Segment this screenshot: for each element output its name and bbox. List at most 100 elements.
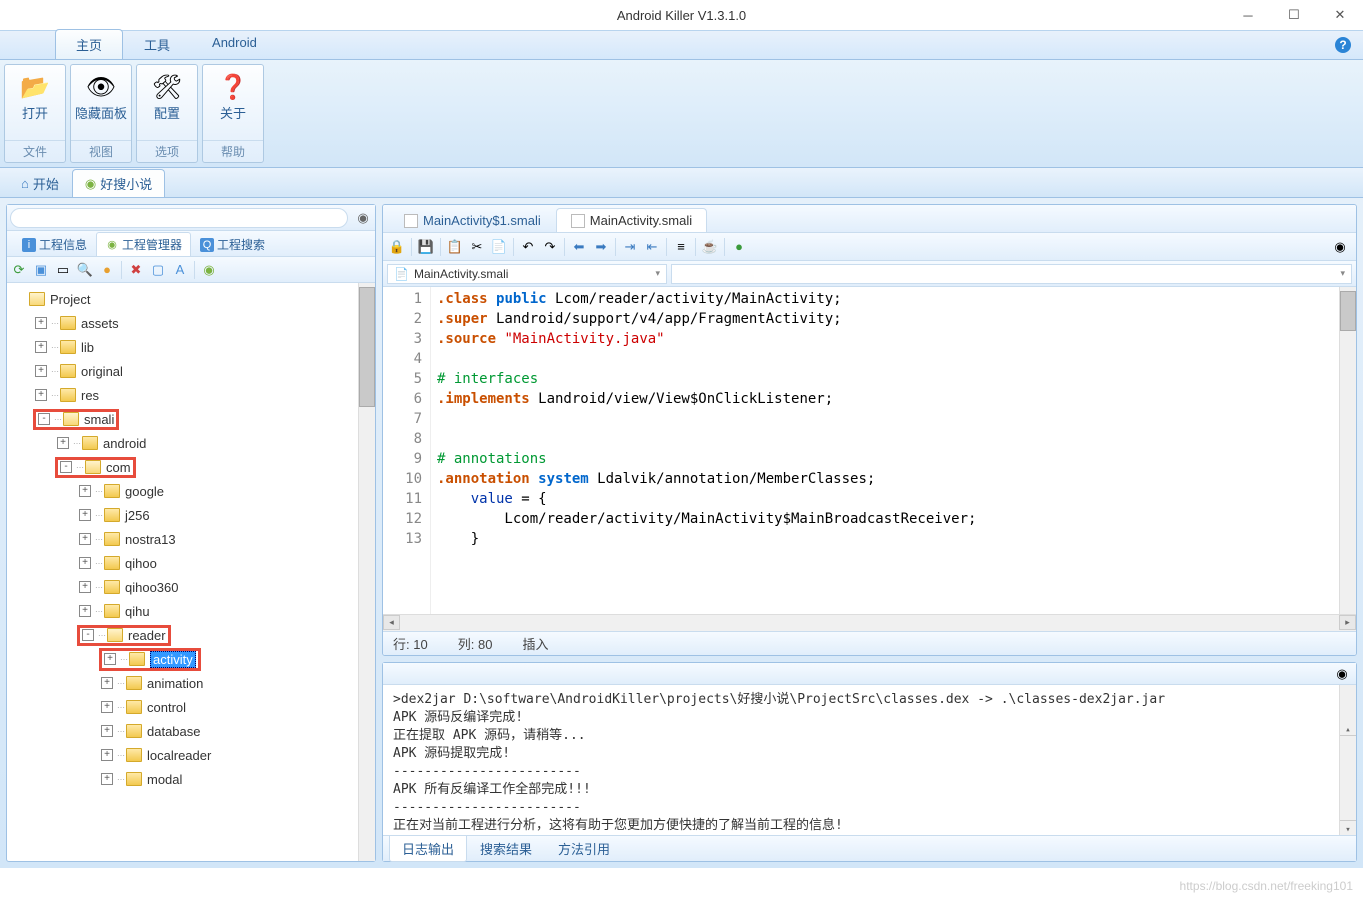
back-icon[interactable]: ⬅ <box>571 239 587 255</box>
expand-icon[interactable]: + <box>101 677 113 689</box>
page-tab-0[interactable]: ⌂开始 <box>8 169 72 197</box>
project-search-input[interactable] <box>10 208 348 228</box>
editor-scrollbar-h[interactable]: ◂ ▸ <box>383 614 1356 631</box>
run-icon[interactable]: ● <box>731 239 747 255</box>
tree-node[interactable]: +⋯animation <box>9 671 373 695</box>
code-line[interactable]: .super Landroid/support/v4/app/FragmentA… <box>437 309 1350 329</box>
lock-icon[interactable]: 🔒 <box>389 239 405 255</box>
code-line[interactable] <box>437 409 1350 429</box>
tree-node[interactable]: +⋯localreader <box>9 743 373 767</box>
expand-icon[interactable]: + <box>79 485 91 497</box>
tree-node[interactable]: +⋯modal <box>9 767 373 791</box>
file-tab-1[interactable]: MainActivity.smali <box>556 208 707 232</box>
letter-icon[interactable]: A <box>172 262 188 278</box>
console-tab-0[interactable]: 日志输出 <box>389 836 467 862</box>
expand-icon[interactable]: + <box>101 701 113 713</box>
code-line[interactable] <box>437 429 1350 449</box>
code-line[interactable]: # interfaces <box>437 369 1350 389</box>
tree-node[interactable]: +⋯res <box>9 383 373 407</box>
ribbon-帮助[interactable]: ❓ 关于 帮助 <box>202 64 264 163</box>
code-line[interactable]: # annotations <box>437 449 1350 469</box>
code-line[interactable]: .implements Landroid/view/View$OnClickLi… <box>437 389 1350 409</box>
tree-node[interactable]: +⋯lib <box>9 335 373 359</box>
console-tab-2[interactable]: 方法引用 <box>545 836 623 862</box>
scroll-left-icon[interactable]: ◂ <box>383 615 400 630</box>
tree-node[interactable]: +⋯database <box>9 719 373 743</box>
left-tab-0[interactable]: i工程信息 <box>13 232 96 256</box>
expand-icon[interactable]: + <box>79 509 91 521</box>
save-icon[interactable]: 💾 <box>418 239 434 255</box>
eye-icon[interactable]: ◉ <box>351 210 375 226</box>
expand-icon[interactable]: + <box>57 437 69 449</box>
crumb-method[interactable]: ▾ <box>671 264 1352 284</box>
code-line[interactable]: .source "MainActivity.java" <box>437 329 1350 349</box>
forward-icon[interactable]: ➡ <box>593 239 609 255</box>
tree-node[interactable]: -⋯com <box>9 455 373 479</box>
ribbon-选项[interactable]: 🛠 配置 选项 <box>136 64 198 163</box>
left-tab-1[interactable]: ◉工程管理器 <box>96 232 191 256</box>
eye-icon[interactable]: ◉ <box>1332 239 1348 255</box>
tree-node[interactable]: +⋯j256 <box>9 503 373 527</box>
scroll-right-icon[interactable]: ▸ <box>1339 615 1356 630</box>
page-tab-1[interactable]: ◉好搜小说 <box>72 169 165 197</box>
code-line[interactable]: .class public Lcom/reader/activity/MainA… <box>437 289 1350 309</box>
tree-node[interactable]: +⋯qihu <box>9 599 373 623</box>
close-button[interactable]: ✕ <box>1317 0 1363 30</box>
redo-icon[interactable]: ↷ <box>542 239 558 255</box>
light-icon[interactable]: ● <box>99 262 115 278</box>
expand-icon[interactable]: - <box>38 413 50 425</box>
window-icon[interactable]: ▭ <box>55 262 71 278</box>
android-icon[interactable]: ◉ <box>201 262 217 278</box>
paste-icon[interactable]: 📄 <box>491 239 507 255</box>
expand-icon[interactable]: + <box>101 773 113 785</box>
console-output[interactable]: >dex2jar D:\software\AndroidKiller\proje… <box>383 685 1356 835</box>
ribbon-视图[interactable]: 👁 隐藏面板 视图 <box>70 64 132 163</box>
expand-icon[interactable]: + <box>79 557 91 569</box>
menu-tab-1[interactable]: 工具 <box>123 29 191 59</box>
expand-icon[interactable]: + <box>101 725 113 737</box>
java-icon[interactable]: ☕ <box>702 239 718 255</box>
expand-icon[interactable]: + <box>35 389 47 401</box>
tree-node[interactable]: +⋯android <box>9 431 373 455</box>
expand-icon[interactable]: + <box>35 317 47 329</box>
menu-tab-0[interactable]: 主页 <box>55 29 123 59</box>
indent-icon[interactable]: ⇥ <box>622 239 638 255</box>
minimize-button[interactable]: ─ <box>1225 0 1271 30</box>
tree-node[interactable]: -⋯smali <box>9 407 373 431</box>
console-scrollbar[interactable]: ▴ ▾ <box>1339 685 1356 835</box>
tree-node[interactable]: +⋯activity <box>9 647 373 671</box>
tree-node[interactable]: +⋯original <box>9 359 373 383</box>
expand-icon[interactable]: + <box>35 341 47 353</box>
code-line[interactable]: value = { <box>437 489 1350 509</box>
expand-icon[interactable]: + <box>35 365 47 377</box>
outdent-icon[interactable]: ⇤ <box>644 239 660 255</box>
expand-icon[interactable]: + <box>104 653 116 665</box>
expand-icon[interactable]: + <box>101 749 113 761</box>
menu-tab-2[interactable]: Android <box>191 29 278 59</box>
image-icon[interactable]: ▣ <box>33 262 49 278</box>
code-line[interactable]: } <box>437 529 1350 549</box>
monitor-icon[interactable]: ▢ <box>150 262 166 278</box>
tree-node[interactable]: -⋯reader <box>9 623 373 647</box>
tree-node[interactable]: +⋯qihoo360 <box>9 575 373 599</box>
expand-icon[interactable]: - <box>82 629 94 641</box>
left-tab-2[interactable]: Q工程搜索 <box>191 232 274 256</box>
tree-node[interactable]: +⋯control <box>9 695 373 719</box>
code-text[interactable]: .class public Lcom/reader/activity/MainA… <box>431 287 1356 614</box>
undo-icon[interactable]: ↶ <box>520 239 536 255</box>
tree-node[interactable]: Project <box>9 287 373 311</box>
crumb-file[interactable]: 📄 MainActivity.smali ▾ <box>387 264 667 284</box>
project-tree[interactable]: Project+⋯assets+⋯lib+⋯original+⋯res-⋯sma… <box>7 283 375 795</box>
expand-icon[interactable]: - <box>60 461 72 473</box>
copy-icon[interactable]: 📋 <box>447 239 463 255</box>
tree-node[interactable]: +⋯nostra13 <box>9 527 373 551</box>
find-icon[interactable]: 🔍 <box>77 262 93 278</box>
tree-scrollbar[interactable] <box>358 283 375 861</box>
expand-icon[interactable]: + <box>79 605 91 617</box>
tree-node[interactable]: +⋯google <box>9 479 373 503</box>
code-line[interactable]: .annotation system Ldalvik/annotation/Me… <box>437 469 1350 489</box>
editor-scrollbar-v[interactable] <box>1339 287 1356 614</box>
lines-icon[interactable]: ≡ <box>673 239 689 255</box>
code-line[interactable] <box>437 349 1350 369</box>
cut-icon[interactable]: ✂ <box>469 239 485 255</box>
